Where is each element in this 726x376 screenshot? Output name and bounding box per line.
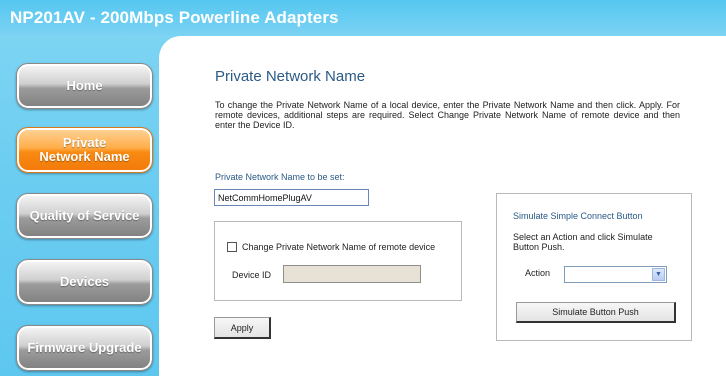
device-id-label: Device ID — [232, 270, 272, 280]
chevron-down-icon[interactable]: ▼ — [652, 268, 665, 281]
action-label: Action — [525, 268, 551, 278]
sidebar-item-firmware-upgrade[interactable]: Firmware Upgrade — [16, 325, 153, 371]
remote-device-checkbox-label: Change Private Network Name of remote de… — [242, 242, 436, 252]
remote-device-checkbox[interactable] — [227, 242, 237, 252]
apply-button[interactable]: Apply — [214, 317, 271, 339]
sidebar-item-label: Quality of Service — [29, 208, 140, 223]
action-select[interactable]: ▼ — [564, 266, 667, 283]
sidebar-item-label: Private Network Name — [39, 135, 130, 164]
sidebar: Home Private Network Name Quality of Ser… — [0, 36, 170, 376]
sidebar-item-quality-of-service[interactable]: Quality of Service — [16, 193, 153, 239]
page-description: To change the Private Network Name of a … — [215, 100, 680, 130]
remote-device-checkbox-row[interactable]: Change Private Network Name of remote de… — [227, 242, 435, 252]
sidebar-item-home[interactable]: Home — [16, 63, 153, 109]
app-title: NP201AV - 200Mbps Powerline Adapters — [10, 8, 339, 27]
sidebar-item-label: Devices — [59, 274, 110, 289]
simulate-title: Simulate Simple Connect Button — [513, 211, 643, 221]
network-name-input[interactable] — [214, 189, 369, 206]
sidebar-item-label: Home — [66, 78, 103, 93]
page-title: Private Network Name — [215, 68, 366, 85]
device-id-input[interactable] — [283, 265, 421, 283]
simulate-connect-group: Simulate Simple Connect Button Select an… — [496, 193, 692, 341]
sidebar-item-devices[interactable]: Devices — [16, 259, 153, 305]
remote-device-group: Change Private Network Name of remote de… — [214, 221, 462, 301]
sidebar-item-label: Firmware Upgrade — [27, 340, 142, 355]
sidebar-item-private-network-name[interactable]: Private Network Name — [16, 127, 153, 173]
simulate-instructions: Select an Action and click Simulate Butt… — [513, 232, 653, 252]
network-name-label: Private Network Name to be set: — [215, 172, 345, 182]
simulate-button-push[interactable]: Simulate Button Push — [516, 302, 676, 323]
